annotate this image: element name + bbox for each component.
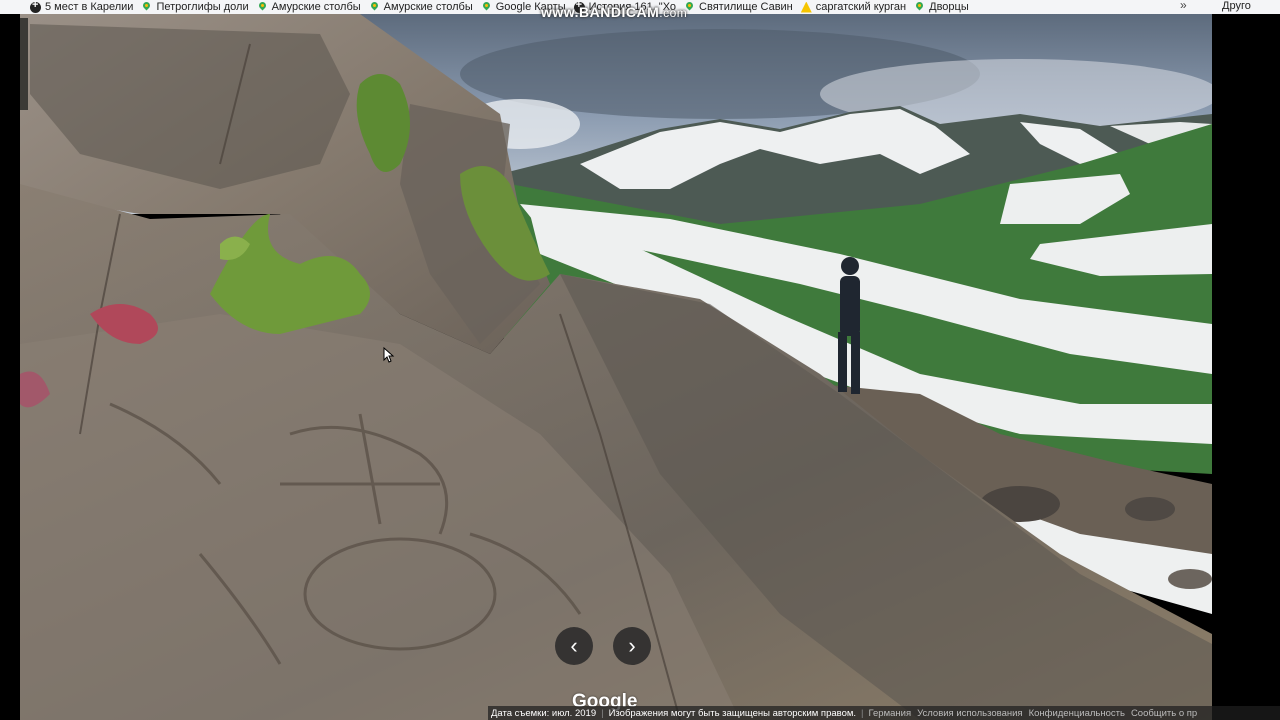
warning-icon (800, 1, 812, 13)
panorama-image[interactable] (20, 14, 1212, 720)
street-view-panorama[interactable]: ‹ › Google (20, 14, 1212, 720)
google-maps-icon (369, 2, 380, 13)
bookmark-item[interactable]: 5 мест в Карелии (0, 0, 141, 14)
country-link[interactable]: Германия (866, 708, 915, 719)
footer-bar: Дата съемки: июл. 2019 | Изображения мог… (488, 706, 1280, 720)
google-maps-icon (481, 2, 492, 13)
bookmark-item[interactable]: Петроглифы доли (141, 0, 256, 14)
bookmark-label: Дворцы (929, 1, 969, 13)
next-image-button[interactable]: › (613, 627, 651, 665)
google-maps-icon (141, 2, 152, 13)
report-problem-link[interactable]: Сообщить о пр (1128, 708, 1200, 719)
terms-link[interactable]: Условия использования (914, 708, 1025, 719)
bookmark-item[interactable]: Амурские столбы (369, 0, 481, 14)
bookmark-label: Амурские столбы (383, 1, 473, 13)
bandicam-watermark: www.BANDICAM.com (541, 4, 688, 20)
panel-toggle-handle[interactable] (20, 18, 28, 110)
bookmark-label: Амурские столбы (271, 1, 361, 13)
capture-date: Дата съемки: июл. 2019 (491, 707, 597, 719)
bookmark-label: Святилище Савин (699, 1, 793, 13)
google-maps-icon (257, 2, 268, 13)
bookmark-label: саргатский курган (815, 1, 907, 13)
bookmark-item[interactable]: Святилище Савин (684, 0, 801, 14)
previous-image-button[interactable]: ‹ (555, 627, 593, 665)
chevron-left-icon: ‹ (570, 633, 578, 658)
bookmark-label: 5 мест в Карелии (45, 1, 134, 13)
plus-icon (30, 0, 41, 13)
mouse-cursor-icon (383, 347, 395, 363)
bookmark-item[interactable]: Дворцы (914, 0, 977, 14)
google-maps-icon (914, 2, 925, 13)
more-bookmarks-button[interactable]: » (1180, 0, 1187, 12)
other-bookmarks[interactable]: Друго (1222, 0, 1251, 12)
bookmark-item[interactable]: саргатский курган (800, 0, 914, 14)
copyright-notice: Изображения могут быть защищены авторски… (608, 707, 857, 719)
chevron-right-icon: › (628, 633, 636, 658)
privacy-link[interactable]: Конфиденциальность (1026, 708, 1128, 719)
bookmark-item[interactable]: Амурские столбы (257, 0, 369, 14)
bookmark-label: Петроглифы доли (156, 1, 249, 13)
